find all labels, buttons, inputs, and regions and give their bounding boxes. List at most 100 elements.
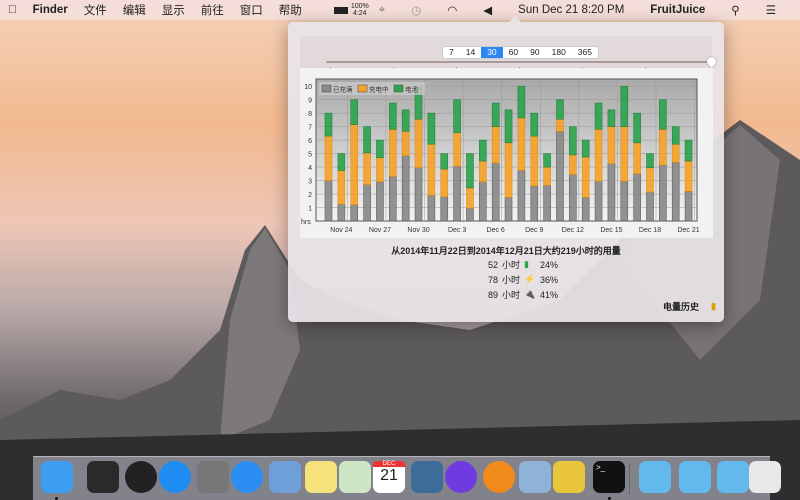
dock-icon-safari[interactable] (231, 461, 263, 493)
dock-icon-applications[interactable] (639, 461, 671, 493)
dock-icon-ibooks[interactable] (483, 461, 515, 493)
bar-charging (659, 129, 667, 166)
bar-battery (440, 153, 449, 170)
range-slider-knob[interactable] (705, 55, 718, 68)
clock[interactable]: Sun Dec 21 8:20 PM (518, 4, 624, 16)
dock-icon-imovie[interactable] (445, 461, 477, 493)
x-tick-label: Dec 18 (639, 227, 661, 234)
menu-app-finder[interactable]: Finder (33, 4, 68, 16)
x-tick-label: Dec 9 (525, 227, 543, 234)
menu-help[interactable]: 帮助 (279, 2, 302, 18)
bar-charging (389, 129, 397, 177)
menu-file[interactable]: 文件 (84, 2, 107, 18)
battery-time: 4:24 (352, 10, 367, 17)
range-segmented-control[interactable]: 7 14 30 60 90 180 365 (442, 46, 599, 59)
dock-icon-calendar[interactable]: DEC 21 (373, 461, 405, 493)
range-option-180[interactable]: 180 (546, 47, 572, 58)
dock-icon-mission-control[interactable] (87, 461, 119, 493)
lightning-icon: ⚡ (524, 274, 536, 284)
range-option-7[interactable]: 7 (443, 47, 460, 58)
dock-icon-dashboard[interactable] (125, 461, 157, 493)
calendar-day: 21 (380, 467, 398, 484)
bar-charging (646, 167, 654, 193)
bar-battery (646, 153, 654, 169)
usage-percent: 41% (540, 289, 559, 300)
notification-center-icon[interactable]: ☰ (766, 3, 776, 17)
menu-edit[interactable]: 编辑 (123, 2, 146, 18)
y-tick-label: 8 (308, 111, 312, 118)
bar-battery (556, 99, 564, 120)
range-option-14[interactable]: 14 (460, 47, 481, 58)
dock-icon-system-preferences[interactable] (197, 461, 229, 493)
dock-icon-finder[interactable] (41, 461, 73, 493)
fan-icon[interactable]: ⌖ (379, 4, 385, 17)
x-tick-label: Dec 12 (562, 227, 584, 234)
terminal-prompt-icon: >_ (596, 463, 606, 472)
bar-battery (543, 153, 551, 168)
bar-charged (684, 191, 693, 222)
battery-full-icon: ▮ (524, 259, 529, 269)
y-tick-label: 3 (308, 179, 312, 186)
dock-icon-notes[interactable] (305, 461, 337, 493)
user-name[interactable]: FruitJuice (650, 4, 705, 16)
wifi-icon[interactable]: ◠ (447, 3, 457, 17)
dock: DEC 21 >_ (33, 456, 781, 500)
usage-percent: 36% (540, 274, 559, 285)
apple-menu-icon[interactable]:  (8, 4, 17, 16)
x-tick-label: Nov 30 (407, 227, 429, 234)
spotlight-search-icon[interactable]: ⚲ (731, 3, 739, 17)
dock-icon-mail[interactable] (269, 461, 301, 493)
dock-icon-photo-booth[interactable] (411, 461, 443, 493)
bar-charging (324, 135, 333, 181)
bar-charging (620, 126, 629, 182)
y-tick-label: 2 (308, 192, 312, 199)
battery-status-item[interactable]: 100% 4:24 (333, 3, 369, 17)
usage-hours: 78 (487, 274, 498, 285)
bar-charging (401, 131, 410, 156)
bar-charging (440, 168, 449, 198)
bar-charging (350, 124, 359, 206)
dock-icon-downloads[interactable] (679, 461, 711, 493)
dock-icon-app-store[interactable] (159, 461, 191, 493)
range-option-60[interactable]: 60 (503, 47, 524, 58)
range-slider-track[interactable] (326, 61, 712, 63)
range-option-90[interactable]: 90 (524, 47, 545, 58)
dock-icon-trash[interactable] (749, 461, 781, 493)
usage-unit: 小时 (502, 275, 521, 285)
range-option-365[interactable]: 365 (572, 47, 598, 58)
menu-view[interactable]: 显示 (162, 2, 185, 18)
bar-charged (659, 164, 667, 222)
range-slider-panel: 7 14 30 60 90 180 365 (300, 36, 718, 70)
bar-charged (543, 184, 551, 222)
bar-charging (376, 157, 384, 183)
usage-row: 52 小时 ▮ 24% (478, 258, 558, 271)
bar-charging (504, 142, 513, 198)
bar-charging (633, 142, 641, 175)
y-tick-label: 7 (308, 125, 312, 132)
legend-swatch (357, 84, 368, 93)
bar-charged (363, 184, 371, 222)
time-machine-icon[interactable]: ◷ (411, 3, 421, 17)
bar-charging (594, 129, 603, 182)
volume-icon[interactable]: ◀ (483, 3, 492, 17)
bar-charged (350, 204, 359, 222)
legend-label: 充电中 (369, 85, 389, 94)
x-tick-label: Nov 27 (369, 227, 391, 234)
bar-battery (684, 139, 693, 162)
y-tick-label: 9 (308, 98, 312, 105)
dock-icon-documents[interactable] (717, 461, 749, 493)
menu-window[interactable]: 窗口 (240, 2, 263, 18)
y-tick-label: 6 (308, 138, 312, 145)
bar-battery (427, 112, 436, 145)
bar-battery (401, 109, 410, 132)
bar-charged (337, 203, 346, 222)
dock-icon-terminal[interactable]: >_ (593, 461, 625, 493)
dock-icon-fruitjuice[interactable] (553, 461, 585, 493)
bar-battery (530, 112, 539, 137)
menu-go[interactable]: 前往 (201, 2, 224, 18)
bar-battery (594, 102, 603, 130)
range-option-30[interactable]: 30 (481, 47, 503, 58)
bar-charging (530, 135, 539, 187)
dock-icon-maps[interactable] (339, 461, 371, 493)
dock-icon-preview[interactable] (519, 461, 551, 493)
